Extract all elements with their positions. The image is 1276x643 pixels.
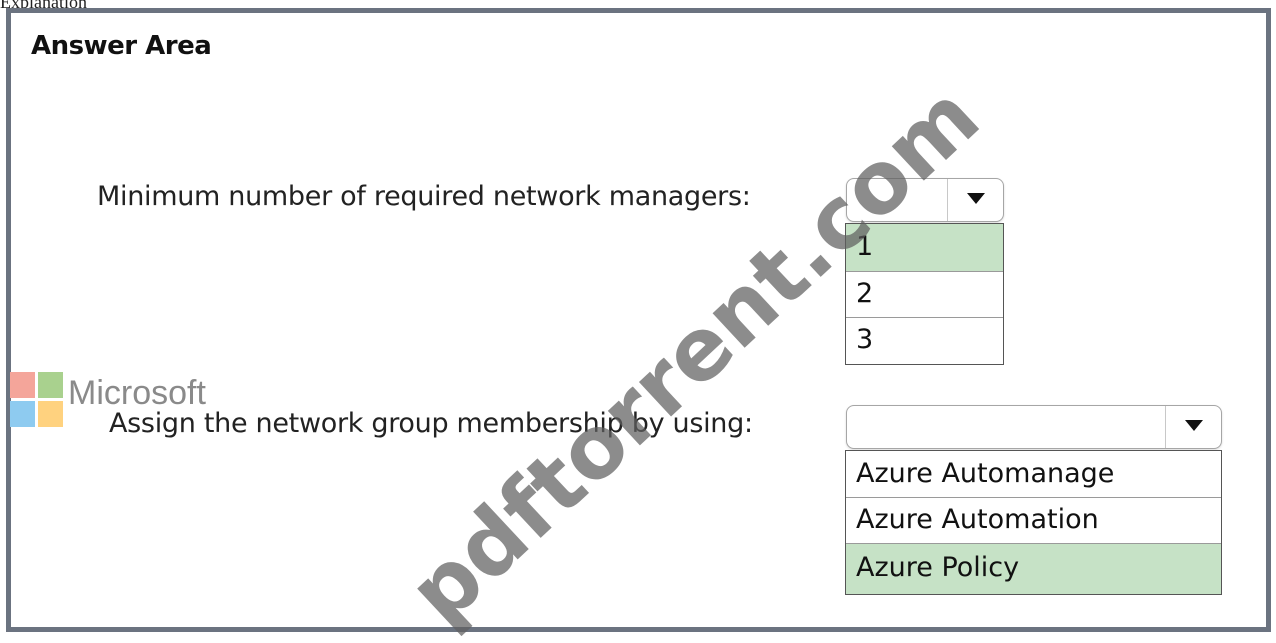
option-azure-automation[interactable]: Azure Automation: [846, 498, 1221, 544]
membership-method-dropdown[interactable]: [846, 405, 1222, 449]
answer-area-panel: Answer Area Minimum number of required n…: [6, 8, 1271, 632]
microsoft-logo: [10, 372, 64, 428]
network-managers-options: 1 2 3: [845, 223, 1004, 365]
option-1[interactable]: 1: [846, 224, 1003, 272]
option-azure-automanage[interactable]: Azure Automanage: [846, 451, 1221, 498]
membership-method-options: Azure Automanage Azure Automation Azure …: [845, 450, 1222, 595]
microsoft-wordmark: Microsoft: [68, 374, 206, 412]
option-azure-policy[interactable]: Azure Policy: [846, 544, 1221, 594]
dropdown-divider: [947, 179, 948, 221]
network-managers-dropdown[interactable]: [846, 178, 1004, 222]
question-1-label: Minimum number of required network manag…: [97, 181, 751, 212]
option-3[interactable]: 3: [846, 318, 1003, 364]
logo-square-green: [38, 372, 63, 398]
panel-title: Answer Area: [31, 31, 212, 61]
logo-square-blue: [10, 401, 35, 427]
option-2[interactable]: 2: [846, 272, 1003, 318]
dropdown-divider: [1165, 406, 1166, 448]
logo-square-red: [10, 372, 35, 398]
logo-square-yellow: [38, 401, 63, 427]
chevron-down-icon[interactable]: [1185, 420, 1203, 431]
chevron-down-icon[interactable]: [967, 193, 985, 204]
